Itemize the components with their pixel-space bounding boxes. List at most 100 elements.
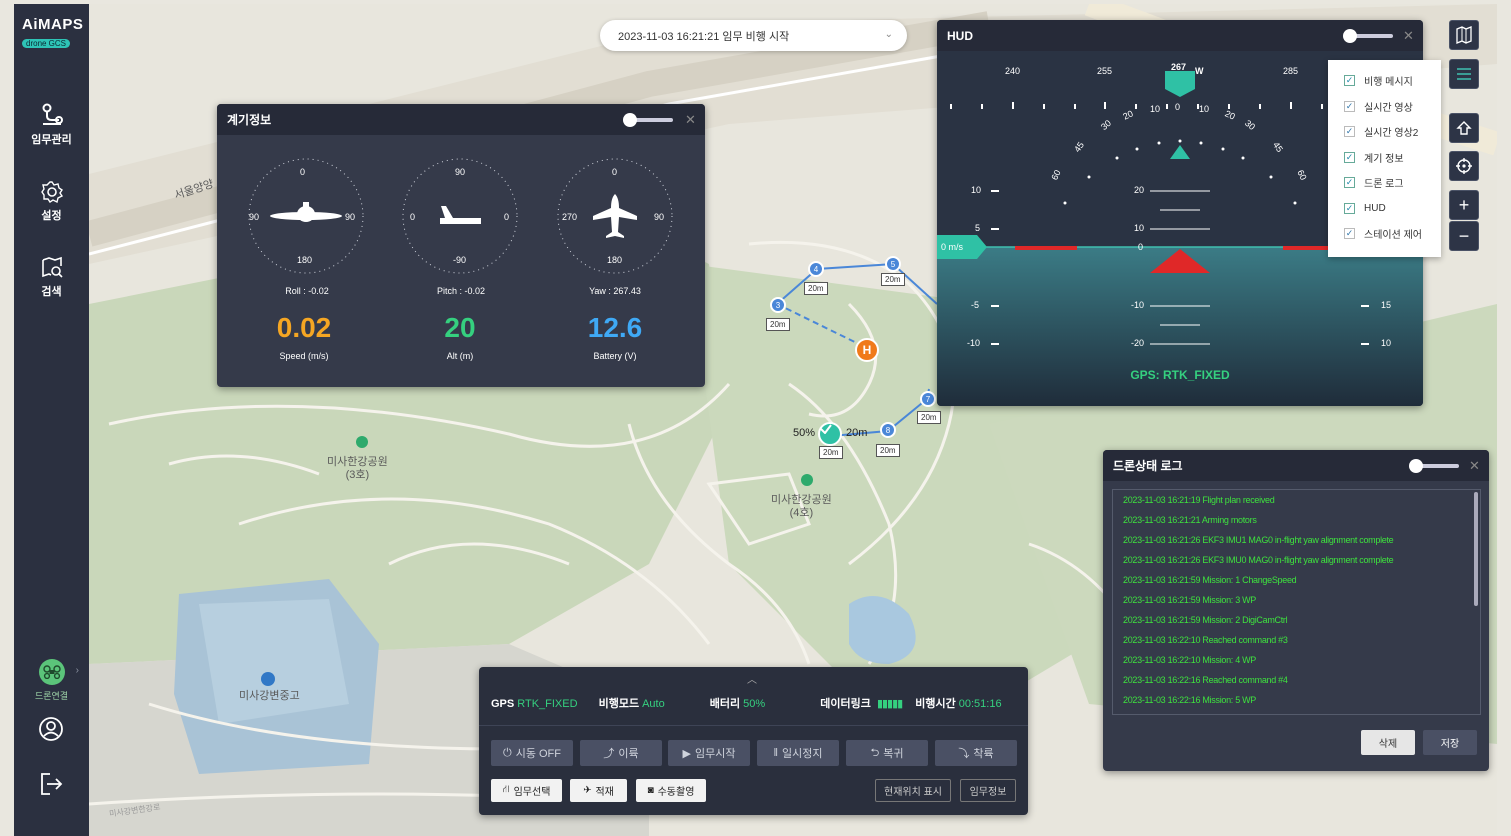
menu-item-label: 실시간 영상2 <box>1364 128 1419 140</box>
roll-mark-label: 10 <box>1199 104 1210 114</box>
drone-marker-icon[interactable] <box>818 422 842 446</box>
toggle-flight-message[interactable]: ✓ 비행 메시지 <box>1328 68 1441 94</box>
log-entry: 2023-11-03 16:21:26 EKF3 IMU0 MAG0 in-fl… <box>1123 555 1394 565</box>
mission-start-button[interactable]: ▶ 임무시작 <box>668 740 750 766</box>
pitch-right-label: 0 <box>504 212 510 222</box>
engine-off-button[interactable]: ⏻ 시동 OFF <box>491 740 573 766</box>
toggle-instrument-info[interactable]: ✓ 계기 정보 <box>1328 145 1441 171</box>
log-scrollbar[interactable] <box>1474 492 1478 606</box>
checkbox-checked-icon[interactable]: ✓ <box>1344 177 1355 189</box>
alt-value: 20 <box>444 312 476 343</box>
toggle-drone-log[interactable]: ✓ 드론 로그 <box>1328 170 1441 196</box>
pitch-bottom-label: -90 <box>453 255 467 265</box>
menu-item-label: 비행 메시지 <box>1364 77 1413 89</box>
distance-label: 20m <box>876 444 900 457</box>
map-search-icon <box>41 256 63 278</box>
yaw-left-label: 270 <box>562 212 578 222</box>
drone-log-panel: 드론상태 로그 ✕ 2023-11-03 16:21:19 Flight pla… <box>1103 450 1489 771</box>
speed-value: 0.02 <box>276 312 332 343</box>
checkbox-unchecked-icon[interactable]: ✓ <box>1344 228 1355 240</box>
toggle-live-video-2[interactable]: ✓ 실시간 영상2 <box>1328 119 1441 145</box>
home-marker-icon[interactable]: H <box>855 338 879 362</box>
payload-button[interactable]: ✈ 적재 <box>570 779 627 802</box>
mission-select[interactable]: 2023-11-03 16:21:21 임무 비행 시작 ⌄ <box>600 20 907 51</box>
roll-right-label: 90 <box>345 212 356 222</box>
pause-button[interactable]: ‖ 일시정지 <box>757 740 839 766</box>
upload-button[interactable] <box>1449 113 1479 143</box>
roll-top-label: 0 <box>300 167 306 177</box>
manual-capture-button[interactable]: ◙ 수동촬영 <box>636 779 706 802</box>
yaw-top-label: 0 <box>612 167 618 177</box>
drone-log-header: 드론상태 로그 ✕ <box>1103 450 1489 481</box>
close-icon[interactable]: ✕ <box>685 112 696 128</box>
toggle-station-control[interactable]: ✓ 스테이션 제어 <box>1328 221 1441 247</box>
park-marker-icon <box>801 474 813 486</box>
locate-button[interactable] <box>1449 151 1479 181</box>
waypoint-marker[interactable]: 7 <box>920 391 936 407</box>
hud-header: HUD ✕ <box>937 20 1423 51</box>
checkbox-unchecked-icon[interactable]: ✓ <box>1344 126 1355 138</box>
flight-time-value: 00:51:16 <box>958 698 1002 710</box>
show-current-location-button[interactable]: 현재위치 표시 <box>875 779 951 802</box>
park-marker-icon <box>356 436 368 448</box>
battery-value: 50% <box>743 698 766 710</box>
drone-connect-label: 드론연결 <box>34 691 69 701</box>
land-icon: ⤵ <box>958 748 970 760</box>
waypoint-marker[interactable]: 4 <box>808 261 824 277</box>
save-log-button[interactable]: 저장 <box>1423 730 1477 755</box>
logout-icon[interactable] <box>38 771 64 797</box>
checkbox-checked-icon[interactable]: ✓ <box>1344 75 1355 87</box>
distance-label: 20m <box>819 446 843 459</box>
hud-title: HUD <box>947 28 973 43</box>
pitch-ladder-label: 20 <box>1134 185 1145 195</box>
zoom-out-button[interactable]: − <box>1449 221 1479 251</box>
log-entry: 2023-11-03 16:21:21 Arming motors <box>1123 515 1257 525</box>
close-icon[interactable]: ✕ <box>1403 28 1414 44</box>
alt-label: Alt (m) <box>446 351 474 361</box>
instrument-panel-toggle[interactable] <box>623 113 673 127</box>
sidebar-item-search[interactable]: 검색 <box>14 256 89 299</box>
user-icon[interactable] <box>38 716 64 742</box>
chevron-up-icon[interactable]: ︿ <box>747 671 757 686</box>
delete-log-button[interactable]: 삭제 <box>1361 730 1415 755</box>
log-entry: 2023-11-03 16:21:59 Mission: 3 WP <box>1123 595 1257 605</box>
distance-label: 20m <box>881 273 905 286</box>
takeoff-button[interactable]: ⤴ 이륙 <box>580 740 662 766</box>
menu-button[interactable] <box>1449 59 1479 89</box>
crosshair-icon <box>1456 158 1472 174</box>
return-button[interactable]: ⮌ 복귀 <box>846 740 928 766</box>
sidebar-item-settings[interactable]: 설정 <box>14 180 89 223</box>
mission-info-button[interactable]: 임무정보 <box>960 779 1016 802</box>
gear-icon <box>40 181 63 204</box>
checkbox-checked-icon[interactable]: ✓ <box>1344 151 1355 163</box>
battery-label: Battery (V) <box>593 351 637 361</box>
zoom-in-button[interactable]: + <box>1449 190 1479 220</box>
checkbox-unchecked-icon[interactable]: ✓ <box>1344 100 1355 112</box>
checkbox-checked-icon[interactable]: ✓ <box>1344 202 1355 214</box>
hud-toggle[interactable] <box>1343 29 1393 43</box>
waypoint-marker[interactable]: 5 <box>885 256 901 272</box>
toggle-live-video[interactable]: ✓ 실시간 영상 <box>1328 94 1441 120</box>
land-button[interactable]: ⤵ 착륙 <box>935 740 1017 766</box>
datalink-label: 데이터링크 <box>820 698 871 710</box>
map-layer-button[interactable] <box>1449 20 1479 50</box>
plus-icon: + <box>1458 195 1470 215</box>
speed-tape-label: 10 <box>971 185 982 195</box>
gps-value: RTK_FIXED <box>517 698 578 710</box>
button-label: 임무시작 <box>694 748 736 760</box>
distance-label: 20m <box>804 282 828 295</box>
toggle-hud[interactable]: ✓ HUD <box>1328 196 1441 222</box>
mission-select-button[interactable]: ⛙ 임무선택 <box>491 779 562 802</box>
distance-label: 20m <box>917 411 941 424</box>
waypoint-marker[interactable]: 8 <box>880 422 896 438</box>
drone-log-toggle[interactable] <box>1409 459 1459 473</box>
button-label: 적재 <box>595 787 614 798</box>
log-entry: 2023-11-03 16:22:16 Reached command #4 <box>1123 675 1288 685</box>
roll-left-label: 90 <box>249 212 260 222</box>
drone-connect-button[interactable]: 드론연결 › <box>14 659 89 702</box>
close-icon[interactable]: ✕ <box>1469 458 1480 474</box>
sidebar-item-mission[interactable]: 임무관리 <box>14 102 89 147</box>
drone-log-list[interactable]: 2023-11-03 16:21:19 Flight plan received… <box>1112 489 1481 715</box>
waypoint-marker[interactable]: 3 <box>770 297 786 313</box>
log-entry: 2023-11-03 16:22:16 Mission: 5 WP <box>1123 695 1257 705</box>
